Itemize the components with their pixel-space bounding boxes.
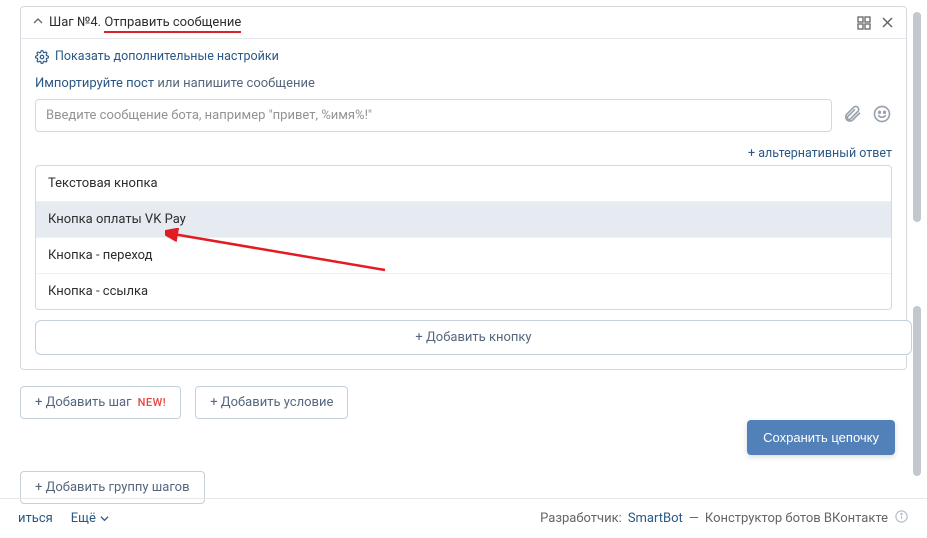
info-icon[interactable] xyxy=(894,509,909,528)
dropdown-item-vk-pay-button[interactable]: Кнопка оплаты VK Pay xyxy=(36,201,891,237)
attachment-icon[interactable] xyxy=(842,104,862,128)
scrollbar[interactable] xyxy=(913,6,923,498)
alternative-answer-link[interactable]: + альтернативный ответ xyxy=(748,146,892,161)
dropdown-item-text-button[interactable]: Текстовая кнопка xyxy=(36,166,891,201)
developer-label: Разработчик: xyxy=(540,511,622,526)
footer-tagline: Конструктор ботов ВКонтакте xyxy=(705,511,888,526)
grid-icon[interactable] xyxy=(857,16,871,30)
chevron-down-icon xyxy=(100,514,109,523)
developer-link[interactable]: SmartBot xyxy=(628,511,683,526)
scroll-thumb[interactable] xyxy=(913,306,921,476)
save-chain-button[interactable]: Сохранить цепочку xyxy=(747,420,895,455)
add-condition-label: + Добавить условие xyxy=(210,395,333,410)
step-header[interactable]: Шаг №4. Отправить сообщение xyxy=(21,7,906,39)
add-step-group-label: + Добавить группу шагов xyxy=(35,480,190,495)
footer-link-share[interactable]: иться xyxy=(18,511,53,526)
new-badge: NEW! xyxy=(138,396,167,409)
collapse-caret-icon[interactable] xyxy=(33,15,43,30)
show-advanced-settings-link[interactable]: Показать дополнительные настройки xyxy=(35,49,892,64)
footer-link-more-label: Ещё xyxy=(71,511,96,526)
step-title: Шаг №4. Отправить сообщение xyxy=(49,15,241,30)
page-footer: иться Ещё Разработчик: SmartBot — Констр… xyxy=(0,498,927,538)
dropdown-item-transition-button[interactable]: Кнопка - переход xyxy=(36,237,891,273)
show-advanced-settings-label: Показать дополнительные настройки xyxy=(55,49,279,64)
bot-message-placeholder: Введите сообщение бота, например "привет… xyxy=(46,108,372,123)
step-prefix: Шаг №4. xyxy=(49,15,101,30)
import-or-write-row: Импортируйте пост или напишите сообщение xyxy=(35,76,892,91)
step-name: Отправить сообщение xyxy=(104,15,241,33)
add-button-button[interactable]: + Добавить кнопку xyxy=(35,320,912,355)
add-step-label: + Добавить шаг xyxy=(35,395,132,410)
scroll-thumb[interactable] xyxy=(913,12,921,222)
footer-dash: — xyxy=(689,511,699,526)
close-icon[interactable] xyxy=(881,16,894,30)
footer-link-more[interactable]: Ещё xyxy=(71,511,109,526)
add-step-button[interactable]: + Добавить шаг NEW! xyxy=(20,386,181,419)
bot-message-input[interactable]: Введите сообщение бота, например "привет… xyxy=(35,99,832,132)
dropdown-item-link-button[interactable]: Кнопка - ссылка xyxy=(36,273,891,309)
step-card: Шаг №4. Отправить сообщение xyxy=(20,6,907,370)
emoji-icon[interactable] xyxy=(872,104,892,128)
import-post-rest: или напишите сообщение xyxy=(154,76,315,91)
add-condition-button[interactable]: + Добавить условие xyxy=(195,386,348,419)
import-post-link[interactable]: Импортируйте пост xyxy=(35,76,154,91)
button-type-dropdown: Текстовая кнопка Кнопка оплаты VK Pay Кн… xyxy=(35,165,892,310)
